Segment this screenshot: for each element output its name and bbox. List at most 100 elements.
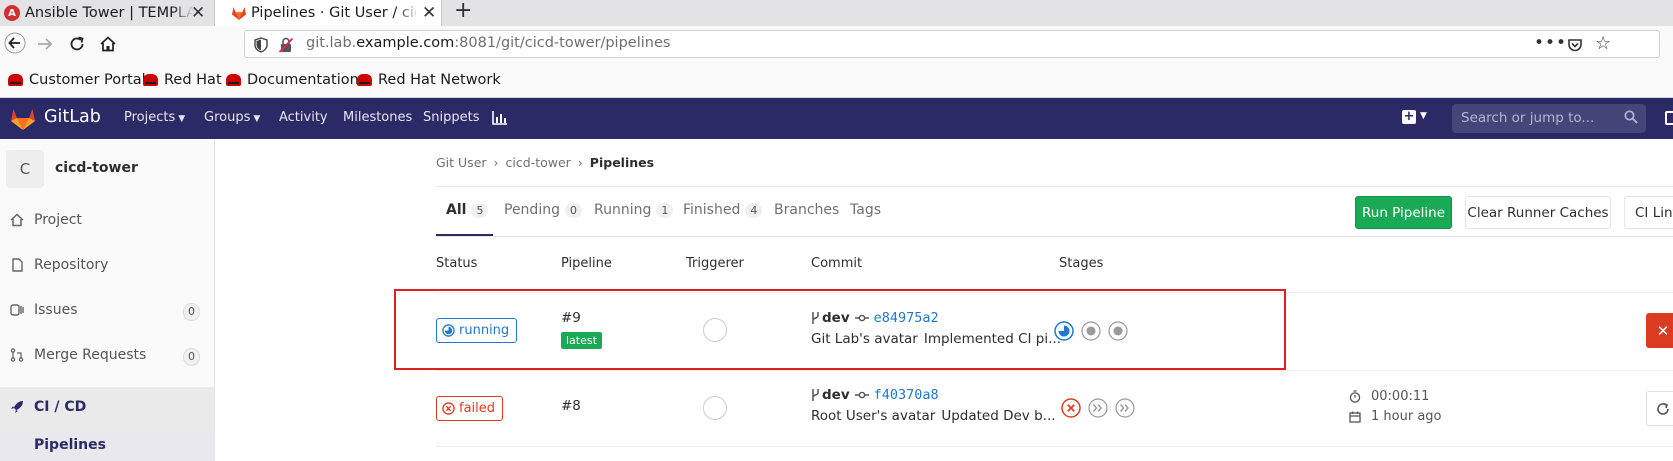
nav-projects[interactable]: Projects ▼ bbox=[124, 110, 185, 125]
bookmark-documentation[interactable]: Documentation bbox=[226, 72, 359, 88]
tab-all[interactable]: All 5 bbox=[446, 202, 489, 218]
project-name[interactable]: cicd-tower bbox=[55, 160, 138, 176]
status-badge-running[interactable]: running bbox=[436, 318, 518, 343]
latest-badge: latest bbox=[561, 332, 602, 349]
status-running-icon bbox=[442, 324, 455, 337]
close-tab-icon[interactable]: ✕ bbox=[422, 3, 436, 23]
nav-groups[interactable]: Groups ▼ bbox=[204, 110, 260, 125]
address-bar[interactable]: git.lab.example.com:8081/git/cicd-tower/… bbox=[244, 30, 1660, 58]
breadcrumb-current[interactable]: Pipelines bbox=[590, 155, 654, 170]
stage-running-icon[interactable] bbox=[1054, 321, 1074, 341]
nav-milestones[interactable]: Milestones bbox=[343, 110, 412, 125]
calendar-icon bbox=[1349, 411, 1361, 423]
triggerer-avatar[interactable] bbox=[703, 318, 727, 342]
commit-author-avatar[interactable]: Root User's avatar bbox=[811, 408, 935, 424]
project-avatar[interactable]: C bbox=[6, 150, 44, 188]
retry-pipeline-button[interactable] bbox=[1646, 391, 1673, 426]
bookmark-red-hat-network[interactable]: Red Hat Network bbox=[357, 72, 501, 88]
chevron-right-icon: › bbox=[493, 155, 499, 170]
commit-message-link[interactable]: Updated Dev b... bbox=[941, 408, 1055, 424]
shield-icon[interactable] bbox=[254, 37, 268, 53]
page-actions-icon[interactable]: ••• bbox=[1534, 33, 1567, 53]
chart-icon[interactable] bbox=[492, 111, 507, 125]
branch-name-link[interactable]: dev bbox=[822, 310, 850, 326]
home-icon bbox=[10, 213, 24, 227]
bookmark-star-icon[interactable]: ☆ bbox=[1595, 33, 1611, 54]
triggerer-avatar[interactable] bbox=[703, 396, 727, 420]
timer-icon bbox=[1349, 390, 1361, 403]
insecure-lock-icon[interactable] bbox=[278, 37, 294, 53]
sidebar-item-issues[interactable]: Issues 0 bbox=[0, 295, 214, 327]
branch-icon bbox=[812, 312, 819, 324]
home-icon[interactable] bbox=[99, 35, 117, 53]
pipeline-duration: 00:00:11 bbox=[1349, 389, 1429, 404]
issues-icon bbox=[10, 304, 24, 316]
breadcrumb: Git User › cicd-tower › Pipelines bbox=[436, 155, 654, 170]
ansible-favicon-icon: A bbox=[4, 5, 20, 21]
commit-message-link[interactable]: Implemented CI pi... bbox=[924, 331, 1061, 347]
retry-icon bbox=[1657, 402, 1669, 415]
tab-tags[interactable]: Tags bbox=[850, 202, 881, 218]
commit-sha-link[interactable]: f40370a8 bbox=[874, 387, 939, 403]
ci-lint-button[interactable]: CI Lint bbox=[1624, 196, 1673, 229]
stage-failed-icon[interactable] bbox=[1061, 398, 1081, 418]
pipeline-id-link[interactable]: #8 bbox=[561, 398, 581, 414]
tab-title: Ansible Tower | TEMPLATES bbox=[25, 5, 193, 21]
pipeline-id-link[interactable]: #9 bbox=[561, 310, 581, 326]
reload-icon[interactable] bbox=[68, 35, 86, 53]
new-tab-icon[interactable]: + bbox=[454, 0, 472, 23]
browser-tab-gitlab[interactable]: Pipelines · Git User / cicd-tower ✕ bbox=[214, 0, 442, 26]
close-tab-icon[interactable]: ✕ bbox=[191, 3, 205, 23]
tab-count-badge: 1 bbox=[656, 202, 674, 218]
tab-count-badge: 4 bbox=[745, 202, 763, 218]
status-badge-failed[interactable]: failed bbox=[436, 396, 504, 421]
sidebar-item-project[interactable]: Project bbox=[0, 205, 214, 237]
breadcrumb-project[interactable]: cicd-tower bbox=[506, 155, 571, 170]
chevron-down-icon[interactable]: ▼ bbox=[1420, 111, 1427, 121]
run-pipeline-button[interactable]: Run Pipeline bbox=[1355, 196, 1452, 229]
merge-requests-count-badge: 0 bbox=[183, 348, 200, 366]
gitlab-logo-icon[interactable] bbox=[10, 107, 36, 131]
pocket-icon[interactable] bbox=[1567, 37, 1583, 53]
stage-created-icon[interactable] bbox=[1108, 321, 1128, 341]
global-search-input[interactable]: Search or jump to... bbox=[1452, 104, 1646, 133]
pipeline-finished-at: 1 hour ago bbox=[1349, 409, 1441, 424]
commit-sha-link[interactable]: e84975a2 bbox=[874, 310, 939, 326]
bookmark-customer-portal[interactable]: Customer Portal bbox=[8, 72, 146, 88]
tab-running[interactable]: Running 1 bbox=[594, 202, 674, 218]
issues-count-badge: 0 bbox=[183, 303, 200, 321]
sidebar-subitem-pipelines[interactable]: Pipelines bbox=[0, 431, 214, 461]
stage-skipped-icon[interactable] bbox=[1115, 398, 1135, 418]
branch-icon bbox=[812, 389, 819, 401]
bookmark-red-hat[interactable]: Red Hat bbox=[143, 72, 222, 88]
sidebar-item-repository[interactable]: Repository bbox=[0, 250, 214, 282]
redhat-icon bbox=[226, 74, 241, 86]
cancel-pipeline-button[interactable]: ✕ bbox=[1646, 313, 1673, 348]
forward-icon[interactable] bbox=[36, 36, 54, 52]
sidebar-item-merge-requests[interactable]: Merge Requests 0 bbox=[0, 340, 214, 372]
commit-icon bbox=[854, 391, 869, 399]
tab-finished[interactable]: Finished 4 bbox=[683, 202, 763, 218]
browser-tab-ansible[interactable]: A Ansible Tower | TEMPLATES ✕ bbox=[0, 0, 214, 26]
tab-branches[interactable]: Branches bbox=[774, 202, 839, 218]
tab-count-badge: 0 bbox=[564, 202, 582, 218]
new-item-plus-icon[interactable]: + bbox=[1402, 110, 1416, 124]
sidebar-item-ci-cd[interactable]: CI / CD bbox=[0, 387, 214, 431]
column-header-triggerer: Triggerer bbox=[686, 256, 744, 271]
gitlab-brand[interactable]: GitLab bbox=[44, 107, 101, 127]
todos-icon[interactable] bbox=[1665, 111, 1673, 125]
stage-created-icon[interactable] bbox=[1081, 321, 1101, 341]
breadcrumb-git-user[interactable]: Git User bbox=[436, 155, 487, 170]
nav-activity[interactable]: Activity bbox=[279, 110, 328, 125]
clear-runner-caches-button[interactable]: Clear Runner Caches bbox=[1465, 196, 1611, 229]
branch-name-link[interactable]: dev bbox=[822, 387, 850, 403]
back-icon[interactable] bbox=[4, 32, 26, 54]
commit-author-avatar[interactable]: Git Lab's avatar bbox=[811, 331, 918, 347]
column-header-status: Status bbox=[436, 256, 478, 271]
column-header-stages: Stages bbox=[1059, 256, 1104, 271]
tab-pending[interactable]: Pending 0 bbox=[504, 202, 582, 218]
redhat-icon bbox=[8, 74, 23, 86]
nav-snippets[interactable]: Snippets bbox=[423, 110, 479, 125]
commit-ref: dev f40370a8 bbox=[811, 387, 939, 403]
stage-skipped-icon[interactable] bbox=[1088, 398, 1108, 418]
